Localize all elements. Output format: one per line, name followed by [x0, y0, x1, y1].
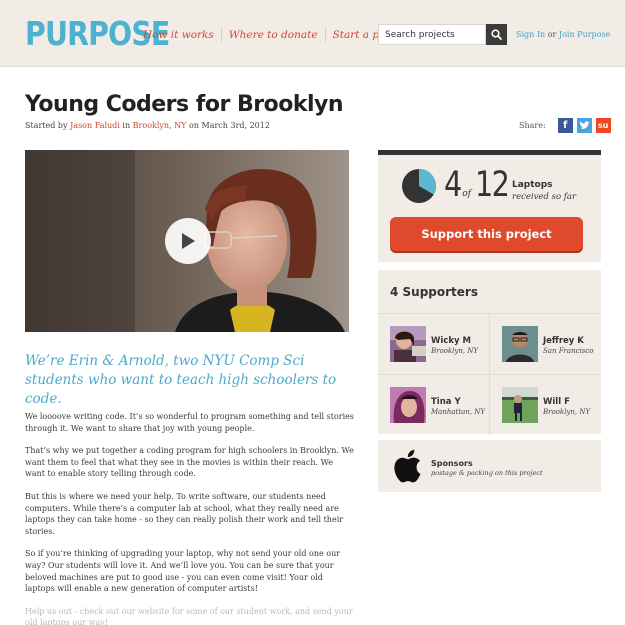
description-paragraph: That’s why we put together a coding prog…: [25, 446, 354, 479]
byline-date: on March 3rd, 2012: [189, 121, 270, 130]
play-icon: [182, 233, 195, 249]
facebook-share-button[interactable]: f: [557, 118, 573, 133]
supporter-card[interactable]: Wicky M Brooklyn, NY: [378, 314, 489, 374]
description-paragraph: Help us out - check out our website for …: [25, 606, 353, 625]
progress-label: Laptops received so far: [512, 179, 576, 203]
twitter-share-button[interactable]: [576, 118, 592, 133]
page-title: Young Coders for Brooklyn: [25, 92, 344, 117]
avatar[interactable]: [390, 387, 426, 423]
supporter-location: Manhattan, NY: [431, 408, 486, 416]
project-tagline: We’re Erin & Arnold, two NYU Comp Sci st…: [25, 353, 337, 407]
supporter-location: Brooklyn, NY: [543, 408, 591, 416]
supporter-location: San Francisco: [543, 347, 594, 355]
sponsors-title: Sponsors: [431, 459, 473, 468]
description-paragraph: So if you’re thinking of upgrading your …: [25, 549, 341, 594]
stumbleupon-icon: su: [597, 121, 609, 130]
byline-in: in: [122, 121, 131, 130]
supporter-name[interactable]: Wicky M: [431, 336, 471, 346]
nav-divider: [220, 28, 222, 42]
description-paragraph: But this is where we need your help. To …: [25, 491, 344, 536]
project-description: We loooove writing code. It’s so wonderf…: [25, 411, 355, 625]
sponsors-panel: Sponsors postage & packing on this proje…: [378, 440, 601, 492]
auth-or: or: [547, 30, 557, 39]
progress-of: of: [462, 189, 472, 199]
avatar[interactable]: [502, 326, 538, 362]
progress-current: 4: [444, 165, 462, 205]
supporter-card[interactable]: Will F Brooklyn, NY: [490, 375, 601, 435]
avatar[interactable]: [390, 326, 426, 362]
search-bar: [378, 24, 507, 45]
supporters-panel: 4 Supporters Wicky M Brooklyn, NY Jeffre…: [378, 270, 601, 435]
search-icon: [491, 29, 502, 40]
project-byline: Started by Jason Faludi in Brooklyn, NY …: [25, 121, 270, 130]
progress-suffix: received so far: [512, 192, 577, 202]
supporter-name[interactable]: Tina Y: [431, 397, 461, 407]
video-play-button[interactable]: [165, 218, 211, 264]
twitter-icon: [579, 121, 590, 129]
nav-how-it-works[interactable]: How it works: [143, 29, 214, 41]
auth-links: Sign In or Join Purpose: [516, 30, 610, 39]
byline-prefix: Started by: [25, 121, 68, 130]
supporter-card[interactable]: Jeffrey K San Francisco: [490, 314, 601, 374]
support-project-button[interactable]: Support this project: [390, 217, 583, 251]
progress-unit: Laptops: [512, 180, 553, 190]
progress-pie-chart: [402, 169, 436, 203]
site-header: PURPOSE How it works Where to donate Sta…: [0, 0, 625, 67]
supporter-name[interactable]: Jeffrey K: [543, 336, 584, 346]
description-paragraph: We loooove writing code. It’s so wonderf…: [25, 412, 354, 433]
main-nav: How it works Where to donate Start a pro…: [143, 28, 410, 42]
author-link[interactable]: Jason Faludi: [70, 121, 120, 130]
join-link[interactable]: Join Purpose: [559, 30, 610, 39]
apple-logo-icon[interactable]: [392, 448, 422, 484]
supporters-grid: Wicky M Brooklyn, NY Jeffrey K San Franc…: [378, 313, 601, 435]
facebook-icon: f: [562, 120, 568, 131]
sign-in-link[interactable]: Sign In: [516, 30, 545, 39]
search-input[interactable]: [378, 24, 486, 45]
nav-divider: [324, 28, 326, 42]
project-video[interactable]: [25, 150, 349, 332]
avatar[interactable]: [502, 387, 538, 423]
supporter-card[interactable]: Tina Y Manhattan, NY: [378, 375, 489, 435]
nav-where-to-donate[interactable]: Where to donate: [229, 29, 318, 41]
progress-goal: 12: [475, 165, 510, 205]
share-label: Share:: [519, 121, 546, 130]
supporter-location: Brooklyn, NY: [431, 347, 479, 355]
sponsors-description: postage & packing on this project: [431, 469, 543, 477]
location-link[interactable]: Brooklyn, NY: [133, 121, 187, 130]
share-bar: Share: f su: [519, 118, 611, 133]
search-button[interactable]: [486, 24, 507, 45]
progress-panel: 4 of 12 Laptops received so far Support …: [378, 150, 601, 262]
supporters-title: 4 Supporters: [390, 285, 478, 299]
stumbleupon-share-button[interactable]: su: [595, 118, 611, 133]
supporter-name[interactable]: Will F: [543, 397, 570, 407]
progress-count: 4 of 12: [444, 165, 516, 205]
